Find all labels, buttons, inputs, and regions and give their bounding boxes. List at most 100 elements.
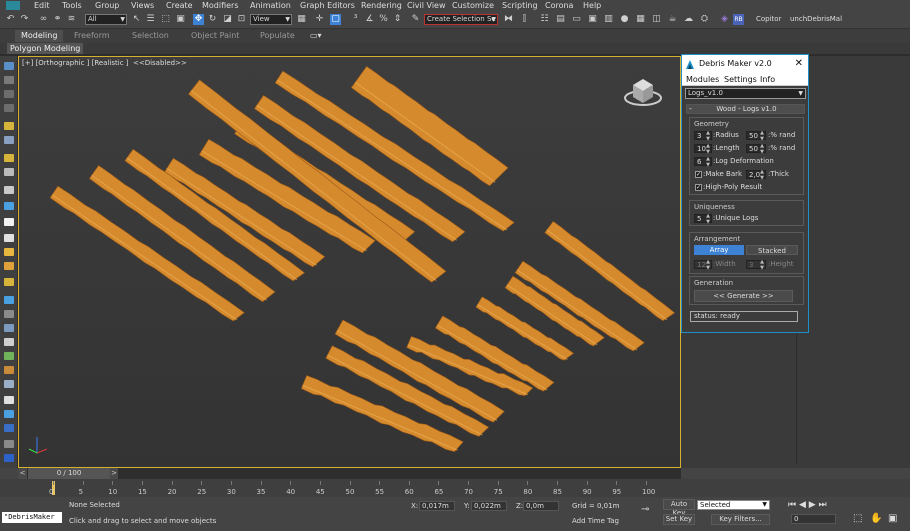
- rollout-header[interactable]: - Wood - Logs v1.0: [686, 104, 805, 114]
- radius-rand-spinner[interactable]: 50 ▲ ▼: [746, 130, 766, 142]
- rotate-icon[interactable]: ↻: [207, 14, 218, 25]
- menu-edit[interactable]: Edit: [34, 0, 50, 11]
- schematic-view-icon[interactable]: ▥: [603, 14, 614, 25]
- menu-rendering[interactable]: Rendering: [361, 0, 402, 11]
- viewport-orthographic[interactable]: [+] [Orthographic ] [Realistic ] <<Disab…: [18, 56, 681, 468]
- window-crossing-icon[interactable]: ▣: [175, 14, 186, 25]
- select-manipulate-icon[interactable]: ✛: [314, 14, 325, 25]
- debris-maker-launch-label[interactable]: unchDebrisMal: [790, 14, 842, 25]
- hierarchy-icon[interactable]: [4, 90, 14, 98]
- auto-key-button[interactable]: Auto Key: [663, 499, 695, 517]
- menu-help[interactable]: Help: [583, 0, 601, 11]
- selection-filter-select[interactable]: All ▼: [85, 14, 127, 25]
- select-object-icon[interactable]: ↖: [131, 14, 142, 25]
- geosphere-icon[interactable]: [4, 218, 14, 226]
- render-icon[interactable]: [4, 424, 14, 432]
- menu-graph-editors[interactable]: Graph Editors: [300, 0, 355, 11]
- link-icon[interactable]: ∞: [38, 14, 49, 25]
- high-poly-checkbox[interactable]: ✓: [695, 184, 702, 191]
- array-toggle[interactable]: Array: [694, 245, 744, 255]
- make-bark-checkbox[interactable]: ✓: [695, 171, 702, 178]
- unlink-icon[interactable]: ⚭: [52, 14, 63, 25]
- time-slider[interactable]: 0 / 100: [28, 468, 110, 479]
- rect-selection-icon[interactable]: ⬚: [160, 14, 171, 25]
- dialog-titlebar[interactable]: Debris Maker v2.0 ✕: [682, 55, 808, 74]
- tab-selection[interactable]: Selection: [132, 30, 169, 42]
- keyboard-shortcut-icon[interactable]: ▢: [330, 14, 341, 25]
- motion-icon[interactable]: [4, 104, 14, 112]
- angle-snap-icon[interactable]: ∡: [364, 14, 375, 25]
- toggle-layer-explorer-icon[interactable]: ▤: [555, 14, 566, 25]
- mirror-icon[interactable]: ⧓: [503, 14, 514, 25]
- menu-customize[interactable]: Customize: [452, 0, 494, 11]
- foliage-icon[interactable]: [4, 352, 14, 360]
- paint-icon[interactable]: [4, 310, 14, 318]
- curve-editor-icon[interactable]: ▣: [587, 14, 598, 25]
- rendered-frame-icon[interactable]: ◫: [651, 14, 662, 25]
- ribbon-options-icon[interactable]: ▭▾: [310, 30, 322, 42]
- percent-snap-icon[interactable]: %: [378, 14, 389, 25]
- z-coord-field[interactable]: 0,0m: [523, 501, 559, 511]
- tab-modeling[interactable]: Modeling: [15, 30, 64, 42]
- zoom-extents-icon[interactable]: ⬚: [853, 514, 862, 524]
- light-icon[interactable]: [4, 154, 14, 162]
- torus-icon[interactable]: [4, 262, 14, 270]
- dialog-menu-info[interactable]: Info: [760, 75, 775, 84]
- reference-coord-select[interactable]: View ▼: [250, 14, 292, 25]
- box-icon[interactable]: [4, 186, 14, 194]
- key-filter-select[interactable]: Selected ▼: [697, 500, 770, 510]
- tab-freeform[interactable]: Freeform: [74, 30, 110, 42]
- copilot-label[interactable]: Copitor: [756, 14, 781, 25]
- x-coord-field[interactable]: 0,017m: [419, 501, 455, 511]
- menu-scripting[interactable]: Scripting: [502, 0, 538, 11]
- key-icon[interactable]: ⊸: [641, 505, 649, 515]
- menu-civil-view[interactable]: Civil View: [407, 0, 446, 11]
- camera-icon[interactable]: [4, 168, 14, 176]
- rb-plugin-icon[interactable]: RB: [733, 14, 744, 25]
- edit-named-sets-icon[interactable]: ✎: [410, 14, 421, 25]
- spinner-snap-icon[interactable]: ⇕: [392, 14, 403, 25]
- a360-render-icon[interactable]: ⛭: [699, 14, 710, 25]
- menu-animation[interactable]: Animation: [250, 0, 291, 11]
- select-move-icon[interactable]: ✥: [193, 14, 204, 25]
- maxscript-listener-field[interactable]: "DebrisMaker: [2, 512, 62, 523]
- utilities-icon[interactable]: [4, 136, 14, 144]
- cone-icon[interactable]: [4, 234, 14, 242]
- placement-icon[interactable]: ⊡: [236, 14, 247, 25]
- max-plugin-icon[interactable]: ◈: [719, 14, 730, 25]
- generate-button[interactable]: << Generate >>: [694, 290, 793, 302]
- unique-logs-spinner[interactable]: 5 ▲ ▼: [694, 213, 712, 225]
- close-icon[interactable]: ✕: [795, 58, 803, 70]
- menu-tools[interactable]: Tools: [62, 0, 82, 11]
- add-time-tag[interactable]: Add Time Tag: [572, 516, 619, 526]
- stacked-toggle[interactable]: Stacked: [746, 245, 798, 255]
- menu-group[interactable]: Group: [95, 0, 119, 11]
- pan-hand-icon[interactable]: ✋: [870, 514, 882, 524]
- sun-icon[interactable]: [4, 278, 14, 286]
- key-filters-button[interactable]: Key Filters...: [711, 514, 770, 525]
- display-icon[interactable]: [4, 122, 14, 130]
- menu-views[interactable]: Views: [131, 0, 154, 11]
- maximize-viewport-icon[interactable]: ▣: [888, 514, 897, 524]
- redo-icon[interactable]: ↷: [19, 14, 30, 25]
- particle-icon[interactable]: [4, 380, 14, 388]
- render-setup-icon[interactable]: ▦: [635, 14, 646, 25]
- viewport-label[interactable]: [+] [Orthographic ] [Realistic ] <<Disab…: [22, 59, 187, 67]
- dialog-menu-modules[interactable]: Modules: [686, 75, 719, 84]
- y-coord-field[interactable]: 0,022m: [471, 501, 507, 511]
- wrench-icon[interactable]: [4, 440, 14, 448]
- scatter-icon[interactable]: [4, 296, 14, 304]
- width-spinner[interactable]: 12 ▲ ▼: [694, 259, 712, 271]
- shape-icon[interactable]: [4, 324, 14, 332]
- select-by-name-icon[interactable]: ☰: [145, 14, 156, 25]
- dialog-menu-settings[interactable]: Settings: [724, 75, 757, 84]
- material-editor-icon[interactable]: ●: [619, 14, 630, 25]
- time-slider-prev-button[interactable]: <: [18, 468, 27, 479]
- menu-modifiers[interactable]: Modifiers: [202, 0, 239, 11]
- deformation-spinner[interactable]: 6 ▲ ▼: [694, 156, 712, 168]
- playback-controls-icon[interactable]: ⏮ ◀ ▶ ⏭: [788, 500, 827, 510]
- tab-populate[interactable]: Populate: [260, 30, 295, 42]
- modify-icon[interactable]: [4, 76, 14, 84]
- toggle-scene-explorer-icon[interactable]: ☷: [539, 14, 550, 25]
- render-teapot-icon[interactable]: ☕: [667, 14, 678, 25]
